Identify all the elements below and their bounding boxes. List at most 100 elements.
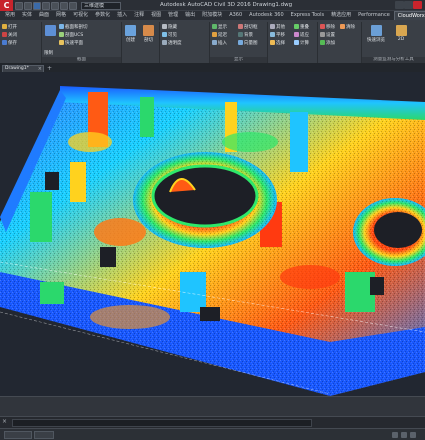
maximize-button[interactable] [404, 1, 413, 9]
command-input[interactable] [12, 419, 312, 427]
close-icon [2, 32, 7, 37]
layout-tab[interactable] [34, 431, 54, 439]
other-button[interactable]: 其他 [270, 23, 285, 30]
ribbon-tab[interactable]: CloudWorx [393, 11, 425, 20]
undo-icon[interactable] [60, 1, 68, 10]
create-label: 创建 [126, 38, 135, 43]
remove-icon [320, 24, 325, 29]
close-icon[interactable]: × [2, 418, 7, 425]
workspace-icon[interactable] [401, 432, 407, 438]
save-icon[interactable] [33, 1, 41, 10]
quick-view-button[interactable]: 快速浏览 [365, 24, 387, 46]
transparency-button[interactable]: 透明度 [162, 39, 182, 46]
add-label: 添加 [326, 40, 335, 46]
panel-section: 截面和剖切 剖面UCS 快速平面 限制 截面 [42, 22, 122, 63]
ribbon-tab[interactable]: 网格 [53, 11, 69, 20]
file-tab-drawing1[interactable]: Drawing1* × [2, 65, 44, 72]
section-plane-button[interactable] [43, 24, 58, 46]
ribbon-tab[interactable]: 视图 [148, 11, 164, 20]
wall-block [70, 162, 86, 202]
background-button[interactable]: 背景 [238, 31, 253, 38]
limits-label: 限制 [44, 50, 53, 56]
remove-button[interactable]: 移除 [320, 23, 335, 30]
ribbon-panel-area: 打开 关闭 保存 截面和剖切 剖面UCS 快速平面 限制 截面 创建 剖切 隐藏… [0, 21, 425, 64]
ribbon-tab[interactable]: 输出 [182, 11, 198, 20]
pan-icon [270, 32, 275, 37]
save-as-icon[interactable] [42, 1, 50, 10]
ribbon-tab[interactable]: Express Tools [288, 11, 327, 20]
save-label: 保存 [8, 40, 17, 46]
workspace-select[interactable]: 三维建模 [81, 1, 121, 10]
close-window-button[interactable] [413, 1, 422, 9]
plane-ucs-button[interactable]: 剖面UCS [59, 31, 83, 38]
close-button[interactable]: 关闭 [2, 31, 17, 38]
remove-label: 移除 [326, 24, 335, 30]
plane-ucs-label: 剖面UCS [65, 32, 84, 38]
ribbon-tab[interactable]: 可视化 [70, 11, 91, 20]
add-to-2d-button[interactable]: 2D [390, 24, 412, 46]
insert-button[interactable]: 插入 [212, 39, 227, 46]
command-line: × [0, 416, 425, 428]
new-tab-button[interactable]: + [47, 65, 52, 72]
open-icon[interactable] [24, 1, 32, 10]
ribbon-tab[interactable]: 插入 [114, 11, 130, 20]
select-button[interactable]: 选择 [270, 39, 285, 46]
quick-access-toolbar: 三维建模 [15, 1, 121, 10]
add-button[interactable]: 添加 [320, 39, 335, 46]
drawing-viewport[interactable] [0, 72, 425, 396]
panel-visibility: 隐藏 可见 透明度 [160, 22, 210, 63]
ribbon-tab[interactable]: 参数化 [92, 11, 113, 20]
panel-title-display: 显示 [210, 57, 267, 63]
ribbon-tab[interactable]: 注释 [131, 11, 147, 20]
delay-button[interactable]: 延迟 [212, 31, 227, 38]
save-button[interactable]: 保存 [2, 39, 17, 46]
ribbon-tab[interactable]: 精选应用 [328, 11, 354, 20]
pan-label: 平移 [276, 32, 285, 38]
compute-button[interactable]: 计算 [294, 39, 309, 46]
delay-icon [212, 32, 217, 37]
overlap-button[interactable]: 重叠 [294, 23, 309, 30]
overlap-label: 重叠 [300, 24, 309, 30]
fit-icon [294, 32, 299, 37]
vector-graph-button[interactable]: 向量图 [238, 39, 258, 46]
ribbon-tab[interactable]: 常用 [2, 11, 18, 20]
ribbon-tab[interactable]: 实体 [19, 11, 35, 20]
limits-button[interactable]: 限制 [44, 49, 53, 56]
hide-icon [162, 24, 167, 29]
create-button[interactable]: 创建 [123, 24, 138, 46]
cut-button[interactable]: 剖切 [141, 24, 156, 46]
hide-button[interactable]: 隐藏 [162, 23, 177, 30]
model-tab[interactable] [4, 431, 32, 439]
plot-icon[interactable] [51, 1, 59, 10]
fit-button[interactable]: 适应 [294, 31, 309, 38]
compute-icon [294, 40, 299, 45]
ribbon-tab[interactable]: 管理 [165, 11, 181, 20]
app-menu-button[interactable]: C [0, 0, 13, 11]
settings-label: 设置 [326, 32, 335, 38]
display-button[interactable]: 显示 [212, 23, 227, 30]
ribbon-tab[interactable]: Autodesk 360 [246, 11, 287, 20]
ribbon-tab[interactable]: Performance [355, 11, 393, 20]
window-title: Autodesk AutoCAD Civil 3D 2016 Drawing1.… [160, 2, 293, 8]
clear-button[interactable]: 清除 [340, 23, 355, 30]
open-button[interactable]: 打开 [2, 23, 17, 30]
display-label: 显示 [218, 24, 227, 30]
section-and-cut-button[interactable]: 截面和剖切 [59, 23, 88, 30]
other-icon [270, 24, 275, 29]
panel-create: 创建 剖切 [122, 22, 160, 63]
quick-plane-button[interactable]: 快速平面 [59, 39, 83, 46]
ribbon-tab[interactable]: 曲面 [36, 11, 52, 20]
minimize-button[interactable] [395, 1, 404, 9]
pan-button[interactable]: 平移 [270, 31, 285, 38]
new-icon[interactable] [15, 1, 23, 10]
visible-button[interactable]: 可见 [162, 31, 177, 38]
create-icon [125, 25, 136, 36]
cutbox-button[interactable]: 剖切框 [238, 23, 258, 30]
vector-icon [238, 40, 243, 45]
ribbon-tab[interactable]: 附加模块 [199, 11, 225, 20]
redo-icon[interactable] [69, 1, 77, 10]
settings-button[interactable]: 设置 [320, 31, 335, 38]
customization-icon[interactable] [410, 432, 416, 438]
ribbon-tab[interactable]: A360 [226, 11, 245, 20]
annotation-scale-icon[interactable] [392, 432, 398, 438]
